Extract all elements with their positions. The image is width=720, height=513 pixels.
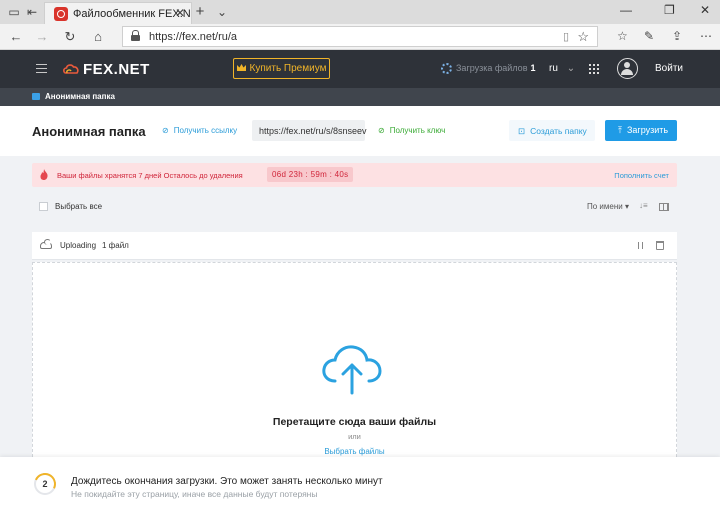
get-link-button[interactable]: ⊘ Получить ссылку — [162, 126, 237, 135]
countdown-timer: 06d 23h : 59m : 40s — [267, 167, 354, 182]
buy-premium-button[interactable]: Купить Премиум — [233, 58, 330, 79]
browser-tab[interactable]: Файлообменник FEX.N ✕ — [44, 2, 192, 24]
drop-zone-title: Перетащите сюда ваши файлы — [272, 416, 437, 428]
upload-file-count: 1 файл — [102, 241, 129, 250]
crown-icon — [236, 64, 246, 71]
tab-title: Файлообменник FEX.N — [73, 8, 191, 20]
tab-list-icon[interactable]: ⇤ — [24, 4, 40, 20]
reading-view-icon[interactable]: ▯ — [563, 30, 569, 43]
language-selector[interactable]: ru ⌄ — [549, 63, 575, 74]
choose-files-link[interactable]: Выбрать файлы — [33, 447, 676, 456]
url-input[interactable]: https://fex.net/ru/a ▯ ☆ — [122, 26, 598, 47]
view-toggle-icon[interactable] — [659, 203, 669, 211]
uploading-files-count: 1 — [530, 63, 536, 73]
upload-status-text: Uploading — [60, 241, 97, 250]
fire-icon — [40, 169, 48, 180]
language-value: ru — [549, 63, 558, 74]
folder-icon — [32, 93, 40, 100]
step-progress-ring: 2 — [30, 469, 60, 499]
browser-address-bar: ← → ↻ ⌂ https://fex.net/ru/a ▯ ☆ ☆ ✎ ⇪ ⋯ — [0, 24, 720, 50]
more-icon[interactable]: ⋯ — [700, 29, 712, 43]
close-window-icon[interactable]: ✕ — [700, 3, 710, 17]
top-up-link[interactable]: Пополнить счет — [614, 171, 669, 180]
login-link[interactable]: Войти — [655, 63, 683, 74]
upload-status-row: Uploading 1 файл — [32, 232, 677, 260]
page-title: Анонимная папка — [32, 124, 146, 139]
back-icon[interactable]: ← — [8, 29, 24, 44]
menu-icon[interactable] — [36, 64, 47, 73]
create-folder-label: Создать папку — [530, 126, 587, 136]
main-content: Ваши файлы хранятся 7 дней Осталось до у… — [0, 156, 720, 457]
drop-zone-or: или — [348, 432, 361, 441]
fex-favicon-icon — [54, 7, 68, 21]
pause-icon[interactable] — [638, 242, 643, 249]
get-key-label: Получить ключ — [389, 126, 446, 135]
site-header: FEX.NET Купить Премиум Загрузка файлов 1 … — [0, 50, 720, 88]
notification-heading: Дождитесь окончания загрузки. Это может … — [71, 476, 383, 487]
close-tab-icon[interactable]: ✕ — [175, 6, 185, 20]
expiry-message: Ваши файлы хранятся 7 дней Осталось до у… — [57, 171, 243, 180]
cloud-upload-icon — [322, 345, 382, 395]
buy-premium-label: Купить Премиум — [249, 63, 327, 74]
select-all-checkbox[interactable] — [39, 202, 48, 211]
create-folder-button[interactable]: ⊡ Создать папку — [509, 120, 595, 141]
favorites-list-icon[interactable]: ☆ — [617, 29, 628, 43]
fex-logo-icon — [63, 64, 79, 74]
cloud-icon — [40, 239, 52, 249]
select-all-label[interactable]: Выбрать все — [55, 202, 102, 211]
spinner-icon — [441, 63, 452, 75]
breadcrumb: Анонимная папка — [0, 88, 720, 106]
upload-button[interactable]: ⤒ Загрузить — [605, 120, 677, 141]
upload-progress-indicator[interactable]: Загрузка файлов 1 — [441, 63, 536, 75]
apps-grid-icon[interactable] — [589, 64, 599, 74]
upload-label: Загрузить — [626, 125, 669, 135]
share-icon[interactable]: ⇪ — [672, 29, 682, 43]
upload-notification: 2 Дождитесь окончания загрузки. Это може… — [0, 457, 720, 513]
new-tab-icon[interactable]: + — [192, 4, 208, 20]
chevron-down-icon: ⌄ — [566, 63, 576, 74]
trash-icon[interactable] — [656, 241, 664, 250]
upload-icon: ⤒ — [618, 125, 622, 135]
link-icon: ⊘ — [162, 126, 169, 135]
file-drop-zone[interactable]: Перетащите сюда ваши файлы или Выбрать ф… — [32, 262, 677, 457]
url-text: https://fex.net/ru/a — [149, 31, 238, 43]
notification-subtext: Не покидайте эту страницу, иначе все дан… — [71, 489, 318, 499]
folder-plus-icon: ⊡ — [518, 126, 526, 136]
key-link-icon: ⊘ — [378, 126, 385, 135]
get-link-label: Получить ссылку — [173, 126, 238, 135]
sort-direction-icon[interactable]: ↓≡ — [639, 201, 648, 210]
favorite-star-icon[interactable]: ☆ — [577, 29, 589, 45]
user-avatar-icon[interactable] — [617, 58, 638, 79]
minimize-window-icon[interactable]: — — [620, 3, 632, 17]
sort-dropdown[interactable]: По имени ▾ — [587, 202, 629, 211]
lock-icon — [131, 30, 140, 41]
step-number: 2 — [42, 479, 48, 489]
home-icon[interactable]: ⌂ — [90, 29, 106, 44]
breadcrumb-item-anonymous-folder[interactable]: Анонимная папка — [45, 92, 115, 101]
folder-toolbar: Анонимная папка ⊘ Получить ссылку https:/… — [0, 106, 720, 156]
browser-tab-bar: ▭ ⇤ Файлообменник FEX.N ✕ + ⌄ — ❐ ✕ — [0, 0, 720, 24]
refresh-icon[interactable]: ↻ — [62, 29, 78, 45]
forward-icon[interactable]: → — [34, 29, 50, 44]
list-controls: Выбрать все По имени ▾ ↓≡ — [32, 196, 677, 218]
restore-window-icon[interactable]: ❐ — [664, 3, 675, 17]
chevron-down-icon[interactable]: ⌄ — [214, 4, 230, 20]
share-link-field[interactable]: https://fex.net/ru/s/8snseev — [252, 120, 367, 141]
fex-logo-text[interactable]: FEX.NET — [83, 61, 150, 78]
uploading-files-label: Загрузка файлов — [456, 63, 528, 73]
tab-actions-icon[interactable]: ▭ — [6, 4, 22, 20]
get-key-button[interactable]: ⊘ Получить ключ — [378, 126, 445, 135]
pen-icon[interactable]: ✎ — [644, 29, 654, 43]
expiry-alert: Ваши файлы хранятся 7 дней Осталось до у… — [32, 163, 677, 187]
